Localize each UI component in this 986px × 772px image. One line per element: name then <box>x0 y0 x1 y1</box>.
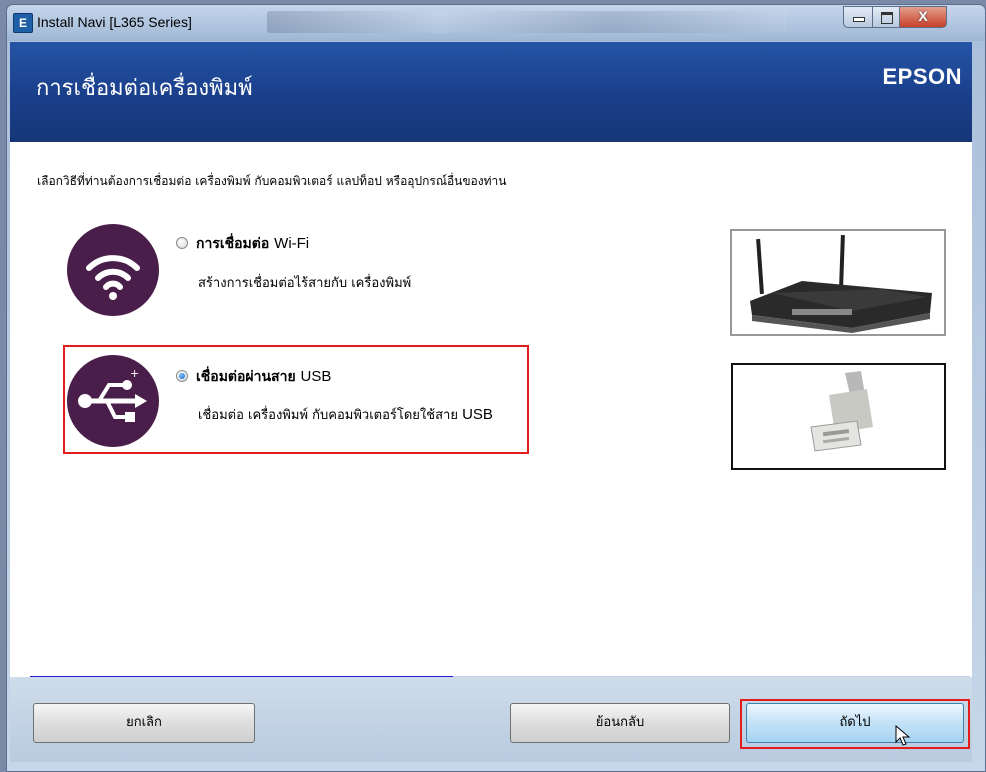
usb-icon[interactable]: + <box>67 355 159 447</box>
title-bar[interactable]: E Install Navi [L365 Series] X <box>7 5 985 41</box>
svg-text:+: + <box>130 367 139 380</box>
usb-cable-photo <box>731 363 946 470</box>
wifi-option-title-suffix: Wi-Fi <box>274 235 310 252</box>
usb-option-title-suffix: USB <box>300 368 332 385</box>
wifi-icon[interactable] <box>67 224 159 316</box>
instruction-text: เลือกวิธีที่ท่านต้องการเชื่อมต่อ เครื่อง… <box>37 174 507 188</box>
usb-radio[interactable] <box>176 370 188 382</box>
mouse-cursor-icon <box>895 725 911 746</box>
background-window-ghost <box>267 11 787 33</box>
wifi-option-title[interactable]: การเชื่อมต่อ Wi-Fi <box>196 233 309 255</box>
main-content: เลือกวิธีที่ท่านต้องการเชื่อมต่อ เครื่อง… <box>10 142 972 687</box>
brand-logo: EPSON <box>882 64 962 89</box>
maximize-button[interactable] <box>872 6 900 28</box>
usb-option-title[interactable]: เชื่อมต่อผ่านสาย USB <box>196 366 331 388</box>
wifi-option-description: สร้างการเชื่อมต่อไร้สายกับ เครื่องพิมพ์ <box>198 276 412 291</box>
wireless-router-photo <box>730 229 946 336</box>
close-button[interactable]: X <box>899 6 947 28</box>
close-icon: X <box>918 8 928 24</box>
app-icon: E <box>13 13 33 33</box>
back-button[interactable]: ย้อนกลับ <box>510 703 730 743</box>
page-title: การเชื่อมต่อเครื่องพิมพ์ <box>36 76 253 101</box>
usb-option-description-suffix: USB <box>462 406 493 423</box>
next-button[interactable]: ถัดไป <box>746 703 964 743</box>
button-bar: ยกเลิก ย้อนกลับ ถัดไป <box>10 677 972 762</box>
window-title: Install Navi [L365 Series] <box>37 14 192 30</box>
wifi-radio[interactable] <box>176 237 188 249</box>
usb-option-description: เชื่อมต่อ เครื่องพิมพ์ กับคอมพิวเตอร์โดย… <box>198 406 493 423</box>
cancel-button[interactable]: ยกเลิก <box>33 703 255 743</box>
page-header: การเชื่อมต่อเครื่องพิมพ์ EPSON <box>10 42 972 142</box>
minimize-button[interactable] <box>843 6 873 28</box>
